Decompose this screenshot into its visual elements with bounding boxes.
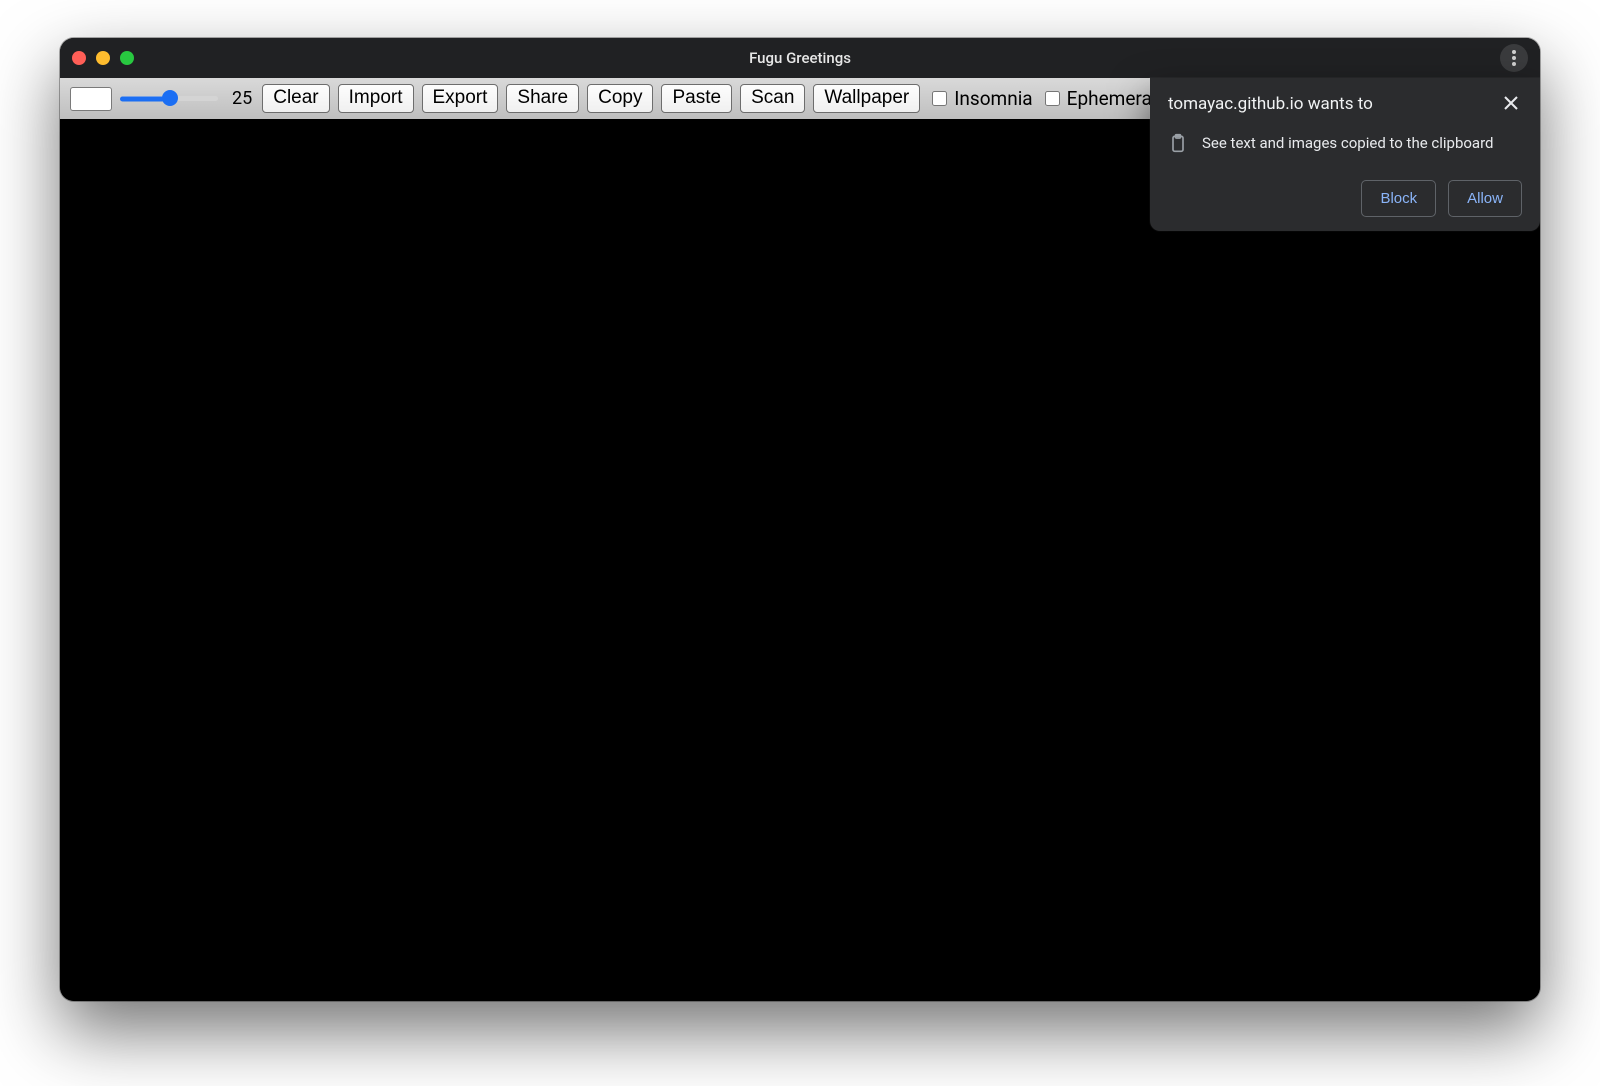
kebab-icon [1512,50,1516,66]
brush-size-value: 25 [232,88,252,109]
permission-wants-to: wants to [1308,94,1373,114]
share-button[interactable]: Share [506,84,579,114]
window-zoom-button[interactable] [120,51,134,65]
window-controls [72,51,134,65]
clipboard-icon [1168,132,1188,154]
window-minimize-button[interactable] [96,51,110,65]
app-window: Fugu Greetings 25 Clear Import Export Sh… [60,38,1540,1001]
brush-size-slider[interactable] [122,96,218,101]
titlebar: Fugu Greetings [60,38,1540,78]
insomnia-label: Insomnia [954,87,1032,110]
scan-button[interactable]: Scan [740,84,805,114]
permission-prompt: tomayac.github.io wants to See text and [1150,78,1540,231]
drawing-canvas[interactable] [60,119,1540,1001]
wallpaper-button[interactable]: Wallpaper [813,84,920,114]
permission-origin: tomayac.github.io [1168,94,1304,114]
export-button[interactable]: Export [422,84,499,114]
import-button[interactable]: Import [338,84,414,114]
paste-button[interactable]: Paste [661,84,732,114]
brush-size-slider-wrap [120,94,220,103]
clear-button[interactable]: Clear [262,84,329,114]
permission-block-button[interactable]: Block [1361,180,1436,217]
permission-title: tomayac.github.io wants to [1168,94,1373,114]
color-picker[interactable] [70,87,112,111]
ephemeral-label: Ephemeral [1067,87,1157,110]
overflow-menu-button[interactable] [1500,44,1528,72]
ephemeral-checkbox[interactable] [1045,91,1060,106]
permission-allow-button[interactable]: Allow [1448,180,1522,217]
copy-button[interactable]: Copy [587,84,653,114]
window-close-button[interactable] [72,51,86,65]
insomnia-toggle[interactable]: Insomnia [928,87,1032,110]
permission-description: See text and images copied to the clipbo… [1202,134,1494,152]
close-icon [1504,96,1518,110]
window-title: Fugu Greetings [60,49,1540,67]
permission-close-button[interactable] [1500,94,1522,116]
ephemeral-toggle[interactable]: Ephemeral [1041,87,1157,110]
insomnia-checkbox[interactable] [932,91,947,106]
